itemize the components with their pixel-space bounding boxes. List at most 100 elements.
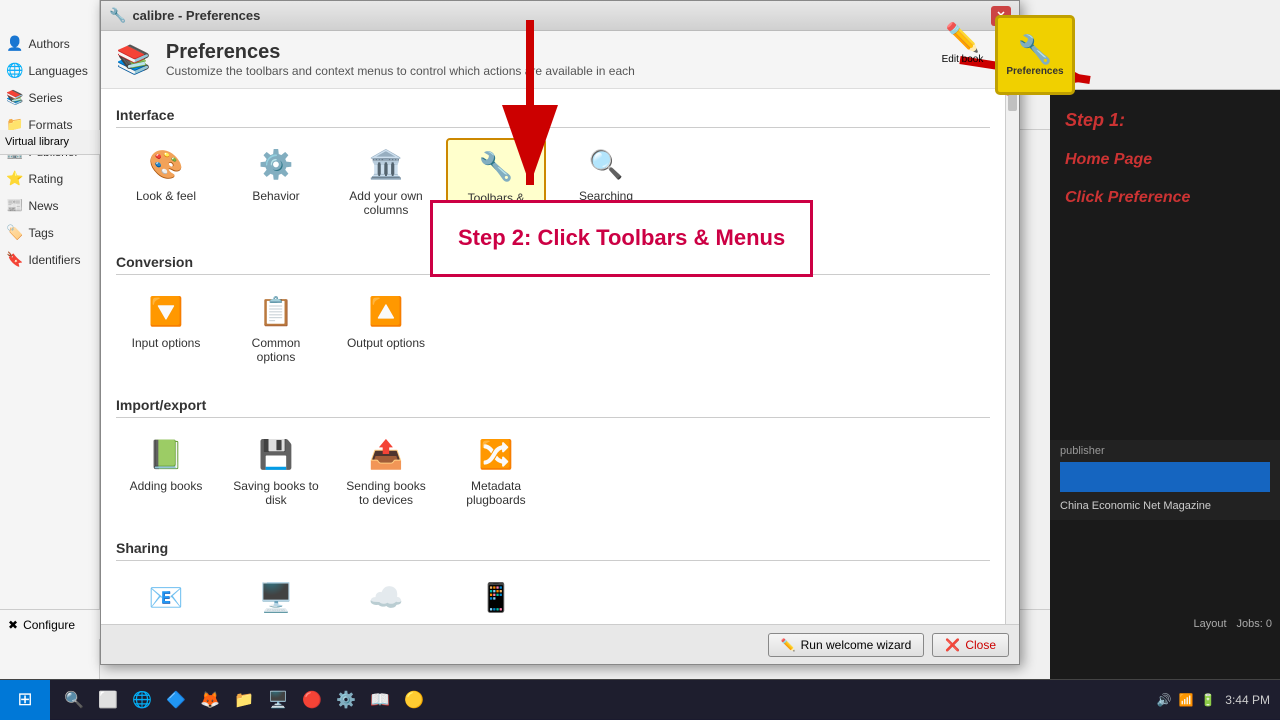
right-panel: Step 1: Home Page Click Preference: [1050, 90, 1280, 679]
pref-saving-books[interactable]: 💾 Saving books to disk: [226, 428, 326, 517]
section-interface: Interface: [116, 99, 990, 128]
sidebar-item-series[interactable]: 📚 Series: [0, 84, 99, 111]
news-icon: 📰: [6, 197, 23, 214]
pref-output-options[interactable]: 🔼 Output options: [336, 285, 436, 374]
taskbar-icons: 🔍 ⬜ 🌐 🔷 🦊 📁 🖥️ 🔴 ⚙️ 📖 🟡: [50, 684, 438, 716]
pref-sharing-net[interactable]: 🖥️ Sharing over the net: [226, 571, 326, 624]
sidebar-item-authors[interactable]: 👤 Authors: [0, 30, 99, 57]
preferences-corner-button[interactable]: 🔧 Preferences: [995, 15, 1075, 95]
publisher-label: publisher: [1060, 445, 1270, 457]
pref-sending-books[interactable]: 📤 Sending books to devices: [336, 428, 436, 517]
virtual-library-button[interactable]: Virtual library: [0, 130, 100, 155]
pref-metadata-plugboards[interactable]: 🔀 Metadata plugboards: [446, 428, 546, 517]
close-icon: ❌: [945, 638, 960, 652]
taskbar-time: 3:44 PM: [1225, 693, 1270, 707]
preferences-header-desc: Customize the toolbars and context menus…: [166, 64, 635, 78]
identifiers-icon: 🔖: [6, 251, 23, 268]
taskbar-right: 🔊 📶 🔋 3:44 PM: [1145, 691, 1280, 709]
step2-text: Step 2: Click Toolbars & Menus: [458, 225, 785, 250]
edit-book-button[interactable]: ✏️ Edit book: [935, 15, 990, 70]
publisher-panel: publisher China Economic Net Magazine: [1050, 440, 1280, 520]
preferences-corner-icon: 🔧: [1018, 33, 1053, 66]
taskbar-calibre[interactable]: 📖: [364, 684, 396, 716]
configure-button[interactable]: ✖ Configure: [0, 609, 100, 639]
metadata-plugboards-icon: 🔀: [479, 438, 514, 471]
calibre-sidebar: Virtual library 👤 Authors 🌐 Languages 📚 …: [0, 0, 100, 679]
taskbar-edge[interactable]: 🌐: [126, 684, 158, 716]
languages-icon: 🌐: [6, 62, 23, 79]
wand-icon: ✏️: [781, 638, 796, 652]
pref-behavior[interactable]: ⚙️ Behavior: [226, 138, 326, 231]
output-options-icon: 🔼: [369, 295, 404, 328]
conversion-items: 🔽 Input options 📋 Common options 🔼 Outpu…: [116, 285, 990, 374]
taskbar-app4[interactable]: 🟡: [398, 684, 430, 716]
ignored-devices-icon: 📱: [479, 581, 514, 614]
preferences-header-icon: 📚: [116, 43, 151, 76]
layout-label: Layout: [1194, 618, 1227, 630]
pref-adding-books[interactable]: 📗 Adding books: [116, 428, 216, 517]
step1-label: Step 1:: [1065, 110, 1265, 131]
sidebar-item-languages[interactable]: 🌐 Languages: [0, 57, 99, 84]
step1-home: Home Page: [1065, 151, 1265, 169]
saving-books-icon: 💾: [259, 438, 294, 471]
tray-icon-3: 🔋: [1199, 691, 1217, 709]
pref-own-columns[interactable]: 🏛️ Add your own columns: [336, 138, 436, 231]
pref-metadata-download[interactable]: ☁️ Metadata download: [336, 571, 436, 624]
start-button[interactable]: ⊞: [0, 680, 50, 720]
taskbar-search[interactable]: 🔍: [58, 684, 90, 716]
taskbar-folder[interactable]: 📁: [228, 684, 260, 716]
run-wizard-button[interactable]: ✏️ Run welcome wizard: [768, 633, 925, 657]
sidebar-item-news[interactable]: 📰 News: [0, 192, 99, 219]
edit-book-icon: ✏️: [945, 21, 980, 54]
pref-ignored-devices[interactable]: 📱 Ignored devices: [446, 571, 546, 624]
section-sharing: Sharing: [116, 532, 990, 561]
sharing-net-icon: 🖥️: [259, 581, 294, 614]
preferences-dialog: 🔧 calibre - Preferences ✕ 📚 Preferences …: [100, 0, 1020, 665]
scrollbar[interactable]: [1005, 89, 1019, 624]
common-options-icon: 📋: [259, 295, 294, 328]
tray-icon-1: 🔊: [1155, 691, 1173, 709]
pref-look-feel[interactable]: 🎨 Look & feel: [116, 138, 216, 231]
preferences-footer: ✏️ Run welcome wizard ❌ Close: [101, 624, 1019, 664]
magazine-label: China Economic Net Magazine: [1060, 497, 1270, 515]
columns-icon: 🏛️: [369, 148, 404, 181]
configure-icon: ✖: [8, 618, 18, 632]
taskbar-task-view[interactable]: ⬜: [92, 684, 124, 716]
layout-bar: Layout Jobs: 0: [1050, 609, 1280, 639]
toolbars-icon: 🔧: [479, 150, 514, 183]
step2-popup: Step 2: Click Toolbars & Menus: [430, 200, 813, 277]
taskbar-app2[interactable]: 🔴: [296, 684, 328, 716]
series-icon: 📚: [6, 89, 23, 106]
searching-icon: 🔍: [589, 148, 624, 181]
tray-icon-2: 📶: [1177, 691, 1195, 709]
tags-icon: 🏷️: [6, 224, 23, 241]
preferences-header: 📚 Preferences Customize the toolbars and…: [101, 31, 1019, 89]
adding-books-icon: 📗: [149, 438, 184, 471]
taskbar: ⊞ 🔍 ⬜ 🌐 🔷 🦊 📁 🖥️ 🔴 ⚙️ 📖 🟡 🔊 📶 🔋 3:44 PM: [0, 679, 1280, 719]
close-button[interactable]: ❌ Close: [932, 633, 1009, 657]
section-import-export: Import/export: [116, 389, 990, 418]
taskbar-ie[interactable]: 🔷: [160, 684, 192, 716]
sharing-items: 📧 Sharing books by email 🖥️ Sharing over…: [116, 571, 990, 624]
behavior-icon: ⚙️: [259, 148, 294, 181]
sidebar-item-tags[interactable]: 🏷️ Tags: [0, 219, 99, 246]
taskbar-app3[interactable]: ⚙️: [330, 684, 362, 716]
sharing-email-icon: 📧: [149, 581, 184, 614]
input-options-icon: 🔽: [149, 295, 184, 328]
pref-input-options[interactable]: 🔽 Input options: [116, 285, 216, 374]
pref-sharing-email[interactable]: 📧 Sharing books by email: [116, 571, 216, 624]
taskbar-app1[interactable]: 🖥️: [262, 684, 294, 716]
step1-click: Click Preference: [1065, 189, 1265, 207]
import-export-items: 📗 Adding books 💾 Saving books to disk 📤 …: [116, 428, 990, 517]
sidebar-item-rating[interactable]: ⭐ Rating: [0, 165, 99, 192]
look-feel-icon: 🎨: [149, 148, 184, 181]
publisher-bar: [1060, 462, 1270, 492]
pref-common-options[interactable]: 📋 Common options: [226, 285, 326, 374]
taskbar-firefox[interactable]: 🦊: [194, 684, 226, 716]
rating-icon: ⭐: [6, 170, 23, 187]
preferences-title-icon: 🔧: [109, 7, 126, 24]
jobs-label: Jobs: 0: [1237, 618, 1272, 630]
sidebar-item-identifiers[interactable]: 🔖 Identifiers: [0, 246, 99, 273]
sending-books-icon: 📤: [369, 438, 404, 471]
metadata-download-icon: ☁️: [369, 581, 404, 614]
